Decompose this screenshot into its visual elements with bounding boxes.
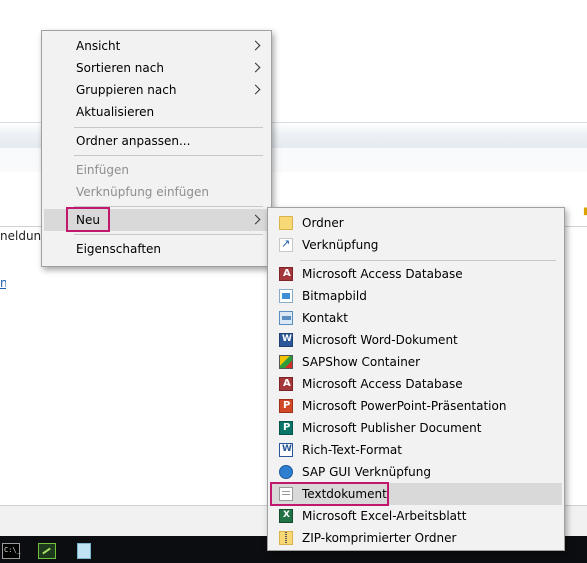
new-sap-gui-shortcut-item[interactable]: SAP GUI Verknüpfung (270, 461, 562, 483)
submenu-item-label: Microsoft Access Database (302, 267, 463, 281)
new-access-database-item[interactable]: Microsoft Access Database (270, 263, 562, 285)
menu-item-customize-folder[interactable]: Ordner anpassen... (44, 130, 269, 152)
new-sapshow-container-item[interactable]: SAPShow Container (270, 351, 562, 373)
submenu-item-label: Verknüpfung (302, 238, 379, 252)
new-access-database-item-2[interactable]: Microsoft Access Database (270, 373, 562, 395)
new-contact-item[interactable]: Kontakt (270, 307, 562, 329)
menu-separator (300, 260, 556, 261)
menu-item-group-by[interactable]: Gruppieren nach (44, 79, 269, 101)
menu-item-refresh[interactable]: Aktualisieren (44, 101, 269, 123)
submenu-item-label: Microsoft Word-Dokument (302, 333, 458, 347)
new-shortcut-item[interactable]: Verknüpfung (270, 234, 562, 256)
powerpoint-icon (279, 399, 293, 413)
submenu-item-label: Microsoft PowerPoint-Präsentation (302, 399, 507, 413)
zip-folder-icon (279, 531, 293, 545)
new-excel-item[interactable]: Microsoft Excel-Arbeitsblatt (270, 505, 562, 527)
menu-separator (74, 127, 263, 128)
submenu-item-label: ZIP-komprimierter Ordner (302, 531, 457, 545)
new-word-document-item[interactable]: Microsoft Word-Dokument (270, 329, 562, 351)
contact-icon (279, 311, 293, 325)
submenu-item-label: SAP GUI Verknüpfung (302, 465, 431, 479)
menu-item-paste: Einfügen (44, 159, 269, 181)
shortcut-icon (279, 237, 293, 252)
menu-item-label: Aktualisieren (76, 105, 155, 119)
menu-item-sort-by[interactable]: Sortieren nach (44, 57, 269, 79)
menu-item-view[interactable]: Ansicht (44, 35, 269, 57)
submenu-item-label: Microsoft Access Database (302, 377, 463, 391)
notepad-icon[interactable] (77, 543, 91, 559)
new-bitmap-item[interactable]: Bitmapbild (270, 285, 562, 307)
highlight-text-document-box (270, 482, 389, 506)
folder-icon (279, 216, 293, 230)
menu-item-label: Eigenschaften (76, 242, 162, 256)
rtf-icon (279, 443, 293, 457)
new-rtf-item[interactable]: Rich-Text-Format (270, 439, 562, 461)
new-publisher-item[interactable]: Microsoft Publisher Document (270, 417, 562, 439)
highlight-new-box (66, 207, 110, 232)
publisher-icon (279, 421, 293, 435)
access-icon (279, 267, 293, 281)
menu-item-paste-shortcut: Verknüpfung einfügen (44, 181, 269, 203)
sapshow-icon (279, 355, 293, 369)
chevron-right-icon (250, 214, 261, 225)
word-icon (279, 333, 293, 347)
command-prompt-icon[interactable]: C:\_ (2, 543, 21, 559)
new-zip-folder-item[interactable]: ZIP-komprimierter Ordner (270, 527, 562, 549)
menu-item-label: Verknüpfung einfügen (76, 185, 209, 199)
submenu-item-label: Kontakt (302, 311, 348, 325)
menu-item-label: Ansicht (76, 39, 121, 53)
submenu-item-label: Bitmapbild (302, 289, 367, 303)
menu-separator (74, 234, 263, 235)
submenu-item-label: Microsoft Publisher Document (302, 421, 482, 435)
chevron-right-icon (250, 84, 261, 95)
access-icon (279, 377, 293, 391)
new-folder-item[interactable]: Ordner (270, 212, 562, 234)
menu-item-label: Sortieren nach (76, 61, 164, 75)
menu-item-properties[interactable]: Eigenschaften (44, 238, 269, 260)
submenu-item-label: Rich-Text-Format (302, 443, 402, 457)
menu-separator (74, 155, 263, 156)
monitor-app-icon[interactable] (38, 543, 56, 559)
submenu-item-label: Ordner (302, 216, 344, 230)
new-powerpoint-item[interactable]: Microsoft PowerPoint-Präsentation (270, 395, 562, 417)
excel-icon (279, 509, 293, 523)
partial-link-text[interactable]: n (0, 276, 6, 290)
folder-edge-icon: ▮ (583, 206, 587, 217)
sap-gui-icon (279, 465, 293, 479)
menu-item-label: Einfügen (76, 163, 129, 177)
submenu-item-label: SAPShow Container (302, 355, 421, 369)
submenu-item-label: Microsoft Excel-Arbeitsblatt (302, 509, 467, 523)
bitmap-icon (279, 289, 293, 303)
chevron-right-icon (250, 62, 261, 73)
chevron-right-icon (250, 40, 261, 51)
menu-item-label: Ordner anpassen... (76, 134, 191, 148)
menu-item-label: Gruppieren nach (76, 83, 177, 97)
